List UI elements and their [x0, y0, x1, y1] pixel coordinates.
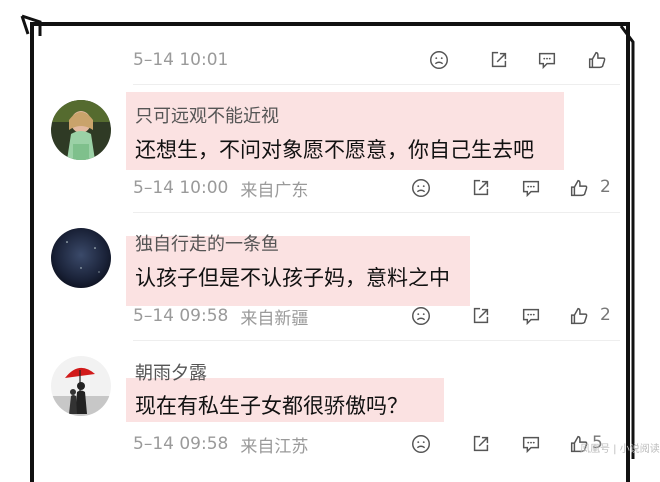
comment-date: 5–14 10:01 — [133, 50, 229, 70]
comment-date: 5–14 09:58 — [133, 306, 229, 326]
comment-text: 认孩子但是不认孩子妈，意料之中 — [135, 266, 450, 290]
divider — [133, 84, 620, 85]
comment-text: 现在有私生子女都很骄傲吗？ — [135, 394, 408, 418]
comment-icon[interactable] — [518, 175, 544, 201]
comment-icon[interactable] — [518, 431, 544, 457]
comment-meta: 5–14 09:58 来自江苏 — [133, 431, 308, 457]
comment-text: 还想生，不问对象愿不愿意，你自己生去吧 — [135, 138, 534, 162]
comment-icon[interactable] — [518, 303, 544, 329]
divider — [133, 212, 620, 213]
like-count: 2 — [600, 305, 611, 325]
like-count: 2 — [600, 177, 611, 197]
watermark: 凤凰号 | 小说阅读 — [580, 444, 660, 455]
avatar[interactable] — [51, 228, 111, 288]
comment-meta: 5–14 10:01 — [133, 47, 228, 73]
thumbs-up-icon[interactable] — [566, 175, 592, 201]
comment-location: 来自江苏 — [240, 436, 309, 457]
sad-face-icon[interactable] — [408, 175, 434, 201]
comment-meta: 5–14 09:58 来自新疆 — [133, 303, 308, 329]
share-icon[interactable] — [486, 47, 512, 73]
share-icon[interactable] — [468, 303, 494, 329]
username[interactable]: 朝雨夕露 — [135, 359, 207, 385]
divider — [133, 340, 620, 341]
comment-date: 5–14 09:58 — [133, 434, 229, 454]
avatar[interactable] — [51, 356, 111, 416]
comment-list: 5–14 10:01 只可远观不能近视 还想生，不问对象愿不愿意，你自己生去吧 — [0, 0, 660, 459]
thumbs-up-icon[interactable] — [584, 47, 610, 73]
username[interactable]: 只可远观不能近视 — [135, 102, 279, 128]
username[interactable]: 独自行走的一条鱼 — [135, 230, 279, 256]
comment-meta: 5–14 10:00 来自广东 — [133, 175, 308, 201]
comment-actions — [426, 47, 616, 73]
thumbs-up-icon[interactable] — [566, 303, 592, 329]
comment-actions: 2 — [412, 175, 616, 201]
comment-icon[interactable] — [534, 47, 560, 73]
comment-actions: 2 — [412, 303, 616, 329]
sad-face-icon[interactable] — [408, 303, 434, 329]
share-icon[interactable] — [468, 431, 494, 457]
share-icon[interactable] — [468, 175, 494, 201]
avatar[interactable] — [51, 100, 111, 160]
sad-face-icon[interactable] — [408, 431, 434, 457]
sad-face-icon[interactable] — [426, 47, 452, 73]
comment-location: 来自新疆 — [240, 308, 309, 329]
comment-date: 5–14 10:00 — [133, 178, 229, 198]
comment-location: 来自广东 — [240, 180, 309, 201]
